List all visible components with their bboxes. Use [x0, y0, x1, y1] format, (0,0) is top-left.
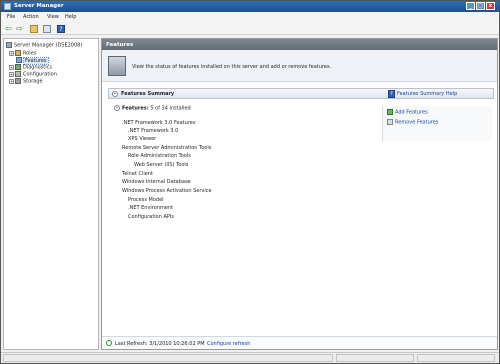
- collapse-chevron-icon[interactable]: ^: [112, 91, 118, 97]
- roles-icon: [15, 50, 21, 56]
- feature-item: Configuration APIs: [128, 214, 175, 220]
- collapse-chevron-icon[interactable]: ^: [114, 105, 120, 111]
- features-pane: Features View the status of features ins…: [101, 38, 498, 350]
- features-label: Features:: [122, 105, 149, 112]
- up-folder-icon[interactable]: [30, 25, 38, 33]
- minimize-button[interactable]: _: [466, 2, 475, 10]
- tree-node-server-manager[interactable]: Server Manager (DSE2008): [6, 42, 82, 49]
- remove-features-icon: [387, 119, 393, 125]
- refresh-icon: [106, 340, 112, 346]
- close-button[interactable]: x: [486, 2, 495, 10]
- menu-view[interactable]: View: [47, 14, 59, 20]
- feature-item: Telnet Client: [122, 171, 153, 177]
- feature-item: Windows Process Activation Service: [122, 188, 212, 194]
- remove-features-link[interactable]: Remove Features: [387, 119, 438, 126]
- menu-help[interactable]: Help: [65, 14, 76, 20]
- features-installed-count: 5 of 34 installed: [150, 105, 191, 112]
- last-refresh-text: Last Refresh: 3/1/2010 10:26:02 PM: [115, 341, 205, 347]
- diagnostics-icon: [15, 64, 21, 70]
- window-title: Server Manager: [14, 3, 64, 9]
- refresh-footer: Last Refresh: 3/1/2010 10:26:02 PM Confi…: [102, 336, 497, 349]
- server-manager-app-icon: [4, 3, 11, 10]
- show-console-tree-icon[interactable]: [43, 25, 51, 33]
- feature-item: Windows Internal Database: [122, 179, 191, 185]
- features-banner: View the status of features installed on…: [102, 50, 497, 82]
- features-tasks-panel: Add Features Remove Features: [382, 106, 492, 141]
- toolbar: ⇦ ⇨ ?: [1, 23, 499, 35]
- feature-item: Process Model: [128, 197, 164, 203]
- maximize-button[interactable]: □: [476, 2, 485, 10]
- features-summary-header: ^ Features Summary ? Features Summary He…: [108, 88, 494, 99]
- expand-icon[interactable]: +: [9, 78, 14, 84]
- tree-node-storage[interactable]: + Storage: [9, 78, 43, 85]
- forward-arrow-icon[interactable]: ⇨: [16, 25, 24, 33]
- tree-node-features[interactable]: Features: [16, 56, 49, 65]
- features-summary-help-link[interactable]: Features Summary Help: [397, 91, 457, 97]
- feature-item: .NET Environment: [128, 205, 174, 211]
- feature-item: .NET Framework 3.0 Features: [122, 120, 196, 126]
- menu-action[interactable]: Action: [23, 14, 39, 20]
- menu-file[interactable]: File: [7, 14, 15, 20]
- back-arrow-icon[interactable]: ⇦: [5, 25, 13, 33]
- banner-description: View the status of features installed on…: [132, 64, 332, 70]
- summary-scroll-area[interactable]: ^ Features Summary ? Features Summary He…: [102, 83, 497, 331]
- pane-header: Features: [102, 39, 497, 50]
- add-features-link[interactable]: Add Features: [387, 109, 428, 116]
- add-features-icon: [387, 109, 393, 115]
- tree-node-diagnostics[interactable]: + Diagnostics: [9, 64, 52, 71]
- help-icon[interactable]: ?: [57, 25, 65, 33]
- console-tree: Server Manager (DSE2008) + Roles Features…: [3, 38, 99, 350]
- feature-item: Role Administration Tools: [128, 153, 191, 159]
- feature-item: Remote Server Administration Tools: [122, 145, 212, 151]
- features-banner-icon: [108, 56, 126, 76]
- expand-icon[interactable]: +: [9, 50, 14, 56]
- tree-node-roles[interactable]: + Roles: [9, 50, 36, 57]
- tree-node-configuration[interactable]: + Configuration: [9, 71, 57, 78]
- help-icon: ?: [388, 90, 395, 98]
- server-icon: [6, 42, 12, 48]
- menu-bar: File Action View Help: [1, 12, 499, 22]
- feature-item: Web Server (IIS) Tools: [134, 162, 189, 168]
- expand-icon[interactable]: +: [9, 64, 14, 70]
- status-cell: [336, 354, 414, 362]
- server-manager-window: Server Manager _ □ x File Action View He…: [0, 0, 500, 364]
- features-subsection-header: ^ Features: 5 of 34 installed: [114, 105, 191, 112]
- feature-item: XPS Viewer: [128, 136, 157, 142]
- configuration-icon: [15, 71, 21, 77]
- storage-icon: [15, 78, 21, 84]
- status-cell: [417, 354, 495, 362]
- title-bar: Server Manager _ □ x: [1, 1, 499, 12]
- feature-item: .NET Framework 3.0: [128, 128, 179, 134]
- expand-icon[interactable]: +: [9, 71, 14, 77]
- configure-refresh-link[interactable]: Configure refresh: [207, 341, 250, 347]
- features-icon: [16, 57, 22, 63]
- features-summary-title: Features Summary: [121, 91, 175, 97]
- status-bar: [1, 352, 499, 363]
- status-cell: [3, 354, 333, 362]
